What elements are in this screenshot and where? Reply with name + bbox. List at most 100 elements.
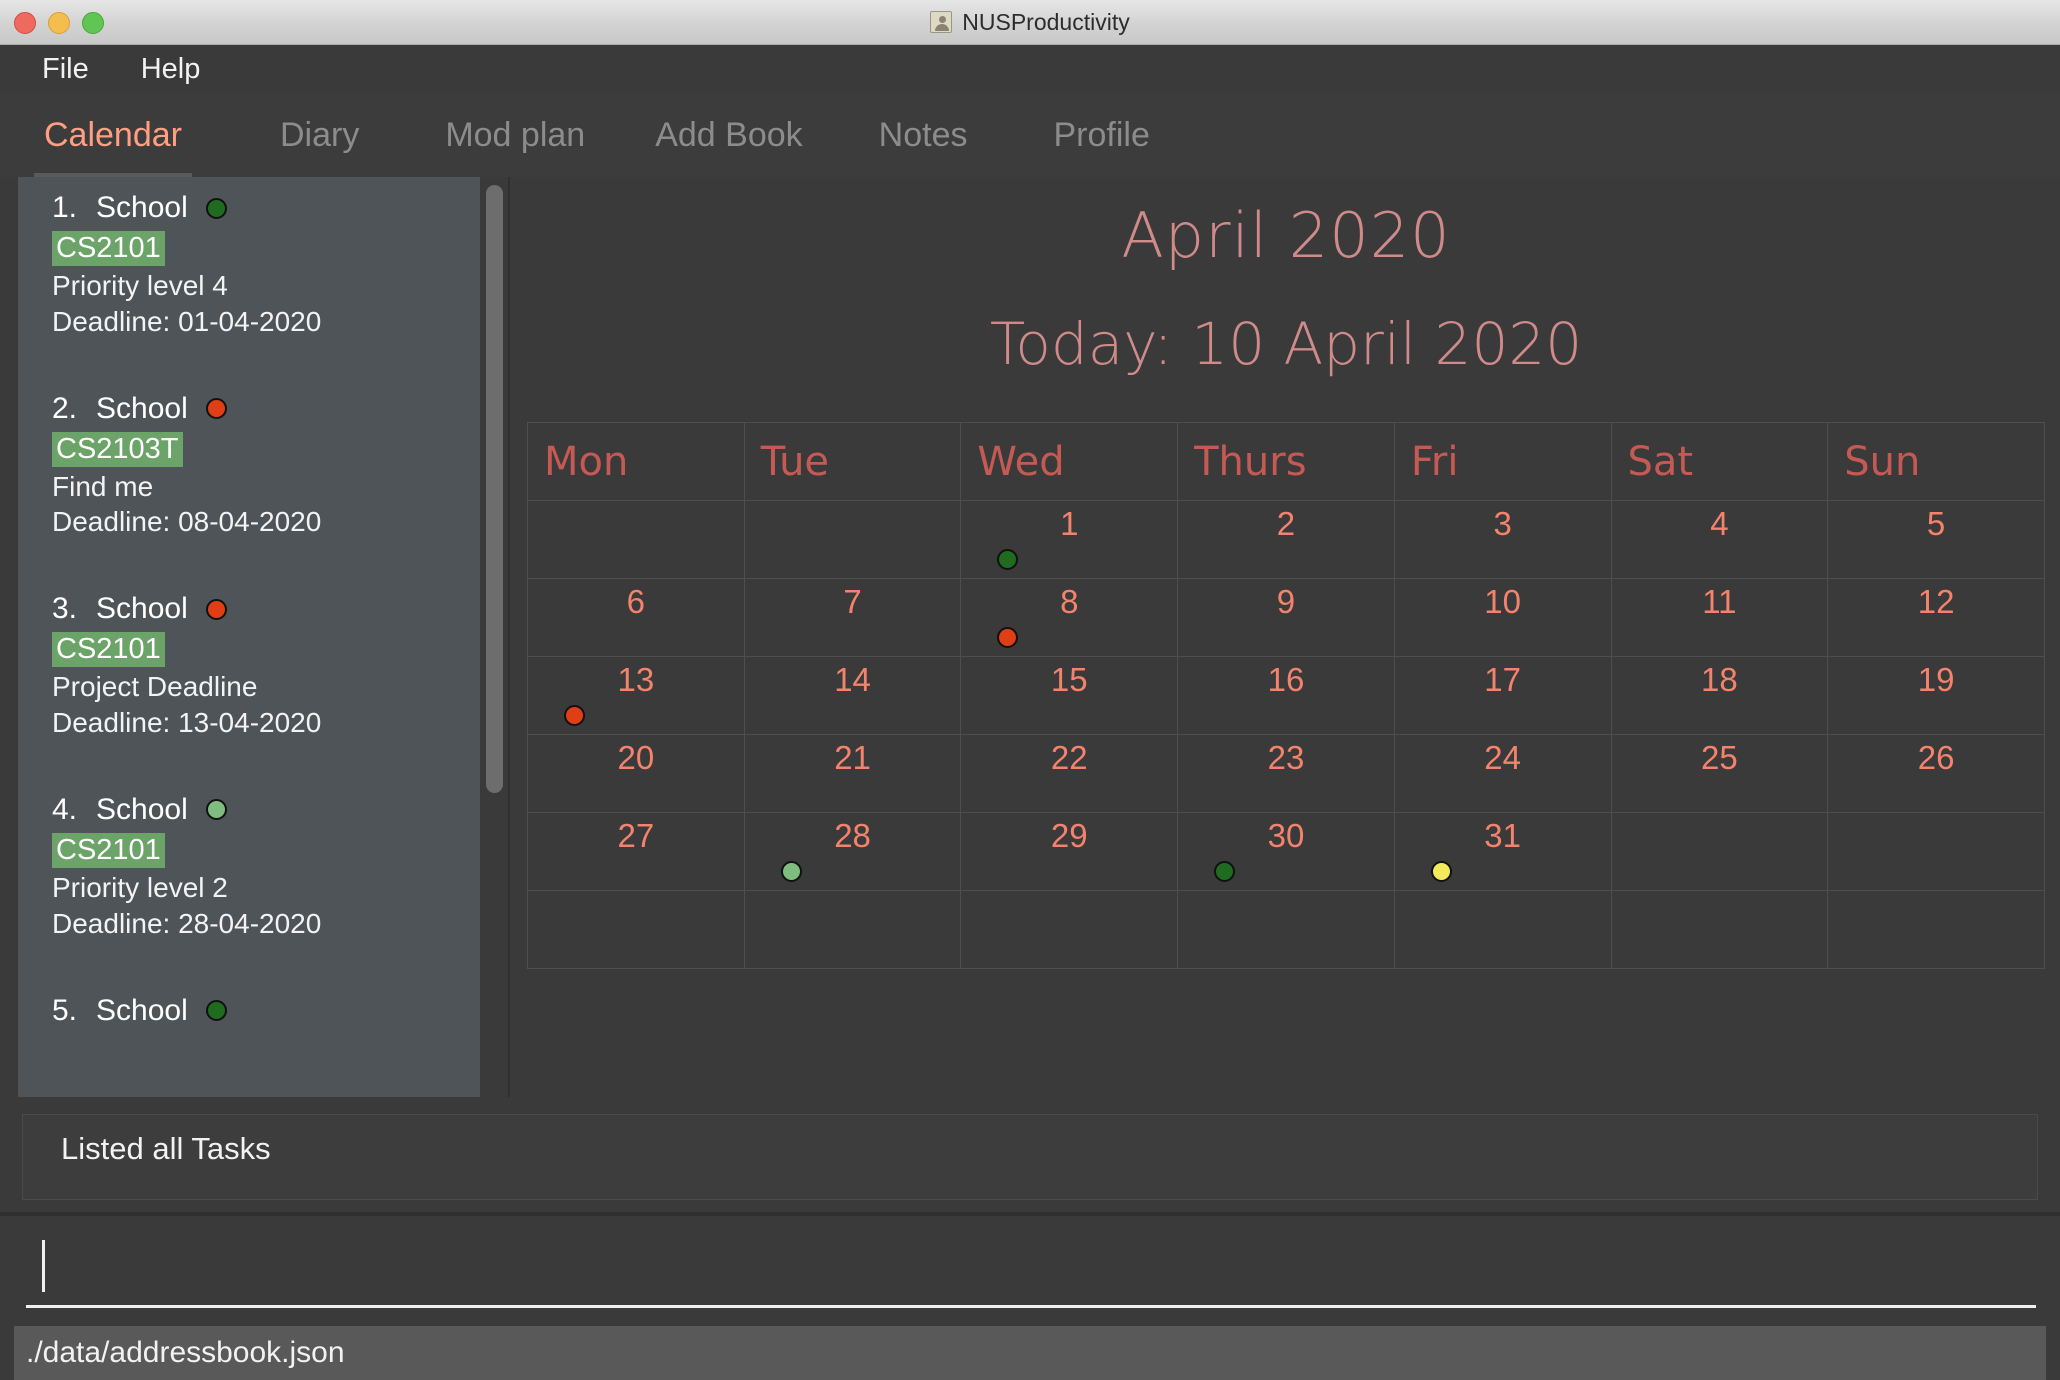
calendar-day-cell[interactable]: 9 — [1177, 578, 1395, 657]
task-description: Project Deadline — [52, 671, 258, 703]
calendar-day-cell[interactable]: 1 — [960, 500, 1179, 579]
calendar-day-number — [1828, 813, 2044, 817]
calendar-empty-cell — [527, 890, 745, 969]
calendar-day-cell[interactable]: 7 — [743, 578, 962, 657]
calendar-day-number: 27 — [617, 817, 655, 854]
result-display-area: Listed all Tasks — [0, 1100, 2060, 1212]
calendar-day-number — [1612, 813, 1828, 817]
calendar-day-cell[interactable]: 18 — [1610, 656, 1829, 735]
calendar-day-cell[interactable]: 21 — [743, 734, 962, 813]
tab-add-book[interactable]: Add Book — [651, 93, 806, 177]
calendar-day-number: 11 — [1702, 583, 1737, 620]
task-list-item[interactable]: 1. School CS2101 Priority level 4 Deadline: … — [52, 191, 480, 340]
person-icon — [930, 11, 953, 33]
task-list-item[interactable]: 4. School CS2101 Priority level 2 Deadline: … — [52, 793, 480, 942]
calendar-day-cell[interactable]: 23 — [1177, 734, 1395, 813]
calendar-day-number: 26 — [1917, 739, 1955, 776]
task-index: 3. — [52, 592, 78, 626]
calendar-day-cell[interactable]: 8 — [960, 578, 1179, 657]
calendar-empty-cell — [1177, 890, 1395, 969]
calendar-day-number — [745, 891, 961, 895]
calendar-empty-cell — [1610, 890, 1829, 969]
task-tag: CS2101 — [52, 231, 165, 266]
task-description: Priority level 4 — [52, 270, 228, 301]
maximize-button[interactable] — [82, 11, 104, 34]
calendar-day-number — [528, 501, 744, 505]
calendar-week-row: 6 7 8 9 10 11 12 — [527, 578, 2045, 657]
task-priority-dot-icon — [205, 197, 227, 219]
panel-divider — [508, 177, 510, 1097]
calendar-day-cell[interactable]: 11 — [1610, 578, 1829, 657]
calendar-day-cell[interactable]: 2 — [1177, 500, 1395, 579]
task-list-item[interactable]: 5. School — [52, 994, 480, 1028]
tab-calendar[interactable]: Calendar — [34, 93, 192, 177]
minimize-button[interactable] — [48, 11, 70, 34]
calendar-weekday-header-row: Mon Tue Wed Thurs Fri Sat Sun — [527, 422, 2045, 501]
calendar-day-cell[interactable]: 19 — [1827, 656, 2045, 735]
calendar-day-cell[interactable]: 20 — [527, 734, 745, 813]
task-category: School — [96, 592, 188, 626]
calendar-day-cell[interactable]: 16 — [1177, 656, 1395, 735]
calendar-day-number: 8 — [1060, 583, 1079, 620]
command-input[interactable] — [26, 1230, 2036, 1308]
task-list-item[interactable]: 2. School CS2103T Find me Deadline: 08-04-20… — [52, 392, 480, 541]
calendar-day-number: 1 — [1060, 505, 1079, 542]
result-message: Listed all Tasks — [61, 1131, 271, 1166]
task-deadline: Deadline: 08-04-2020 — [52, 506, 322, 538]
calendar-day-cell[interactable]: 27 — [527, 812, 745, 891]
calendar-day-cell[interactable]: 6 — [527, 578, 745, 657]
calendar-week-row: 13 14 15 16 17 18 19 — [527, 656, 2045, 735]
calendar-day-cell[interactable]: 31 — [1393, 812, 1612, 891]
calendar-day-cell[interactable]: 10 — [1393, 578, 1612, 657]
tab-profile[interactable]: Profile — [1049, 93, 1153, 177]
calendar-day-number: 6 — [626, 583, 646, 620]
tab-diary[interactable]: Diary — [276, 93, 363, 177]
calendar-day-cell[interactable]: 12 — [1827, 578, 2045, 657]
task-list-scrollbar-thumb[interactable] — [486, 185, 503, 793]
menu-item-help[interactable]: Help — [133, 51, 209, 88]
calendar-week-row: 20 21 22 23 24 25 26 — [527, 734, 2045, 813]
calendar-grid: Mon Tue Wed Thurs Fri Sat Sun 1 2 3 4 5 6 7 8 9 10 11 12 1… — [527, 422, 2045, 969]
task-category: School — [96, 191, 188, 224]
calendar-day-cell[interactable]: 30 — [1177, 812, 1395, 891]
calendar-day-cell[interactable]: 13 — [527, 656, 745, 735]
status-bar-file-path: ./data/addressbook.json — [26, 1336, 345, 1369]
calendar-day-cell[interactable]: 28 — [743, 812, 962, 891]
menu-item-file[interactable]: File — [34, 51, 97, 88]
calendar-day-number — [528, 891, 744, 895]
calendar-day-number — [1828, 891, 2044, 895]
calendar-day-cell[interactable]: 25 — [1610, 734, 1829, 813]
task-category: School — [96, 391, 188, 425]
calendar-day-number: 19 — [1917, 661, 1955, 698]
calendar-day-number: 10 — [1484, 583, 1522, 620]
calendar-day-cell[interactable]: 15 — [960, 656, 1179, 735]
calendar-day-cell[interactable]: 3 — [1393, 500, 1612, 579]
task-list: 1. School CS2101 Priority level 4 Deadline: … — [18, 177, 480, 1028]
task-priority-dot-icon — [205, 1000, 227, 1022]
calendar-day-number: 22 — [1050, 739, 1088, 776]
calendar-day-cell[interactable]: 26 — [1827, 734, 2045, 813]
calendar-empty-cell — [1827, 812, 2045, 891]
menu-bar: File Help — [0, 45, 2060, 93]
tab-mod-plan[interactable]: Mod plan — [441, 93, 589, 177]
calendar-day-number: 13 — [617, 661, 655, 698]
tab-notes[interactable]: Notes — [875, 93, 972, 177]
task-list-item[interactable]: 3. School CS2101 Project Deadline Deadline: … — [52, 592, 480, 741]
calendar-day-cell[interactable]: 5 — [1827, 500, 2045, 579]
task-description: Find me — [52, 470, 154, 502]
close-button[interactable] — [14, 11, 36, 34]
task-index: 4. — [52, 792, 78, 826]
calendar-day-cell[interactable]: 24 — [1393, 734, 1612, 813]
calendar-task-dot-icon — [780, 861, 802, 882]
calendar-day-cell[interactable]: 22 — [960, 734, 1179, 813]
calendar-weekday-sat: Sat — [1610, 422, 1829, 501]
calendar-day-cell[interactable]: 17 — [1393, 656, 1612, 735]
calendar-day-number: 15 — [1050, 661, 1088, 698]
calendar-day-cell[interactable]: 14 — [743, 656, 962, 735]
calendar-task-dot-icon — [564, 705, 585, 726]
calendar-weekday-thurs: Thurs — [1177, 422, 1395, 501]
task-list-panel[interactable]: 1. School CS2101 Priority level 4 Deadline: … — [18, 177, 480, 1097]
calendar-day-number: 2 — [1276, 505, 1296, 542]
calendar-day-cell[interactable]: 4 — [1610, 500, 1829, 579]
calendar-day-cell[interactable]: 29 — [960, 812, 1179, 891]
